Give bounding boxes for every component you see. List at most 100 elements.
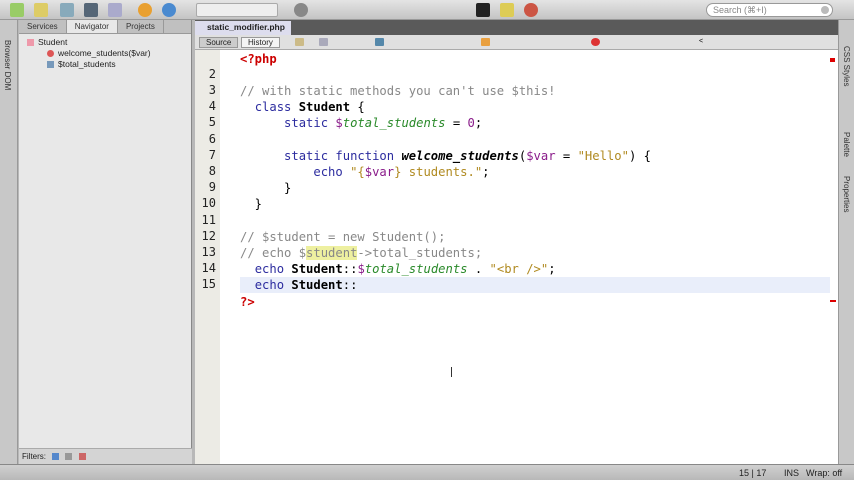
code-area[interactable]: <?php // with static methods you can't us… [220,50,838,464]
source-button[interactable]: Source [199,37,239,48]
editor-toolbar: Source History < [195,35,838,50]
code-token: ) { [628,148,651,163]
code-token: // $student = new Student(); [240,229,446,244]
find-icon[interactable] [375,38,384,46]
line-number: 11 [201,212,216,227]
tab-services[interactable]: Services [19,20,67,33]
code-line[interactable]: echo Student::$total_students . "<br />"… [240,261,830,277]
clear-search-icon[interactable] [821,6,829,14]
tab-projects[interactable]: Projects [118,20,164,33]
shift-left-icon[interactable] [481,38,490,46]
redo-icon[interactable] [162,3,176,17]
code-line[interactable]: // with static methods you can't use $th… [240,83,830,99]
properties-tab[interactable]: Properties [842,176,851,212]
code-token: ; [548,262,556,277]
code-token: $var [526,148,556,163]
line-number-gutter: 2 3 4 5 6 7 8 9 10 11 12 13 14 15 [195,50,220,464]
filter-static-icon[interactable] [65,453,73,460]
record-macro-icon[interactable] [591,38,600,46]
filter-private-icon[interactable] [78,453,86,460]
code-token: static function [284,148,402,163]
error-marker[interactable] [830,58,835,62]
code-editor: static_modifier.php Source History < 23 4… [195,20,838,464]
code-line[interactable]: echo Student:: [240,277,830,294]
code-line[interactable]: class Student { [240,99,830,115]
code-token: // echo $ [240,245,307,260]
new-project-icon[interactable] [34,3,48,17]
run-icon[interactable] [294,3,308,17]
filter-fields-icon[interactable] [52,453,60,460]
code-line[interactable]: <?php [240,51,830,67]
code-token: . [467,262,490,277]
code-line[interactable]: // $student = new Student(); [240,229,830,245]
last-edit-icon[interactable] [295,38,304,46]
tree-node-field[interactable]: $total_students [19,59,191,70]
line-number: 14 [201,261,216,276]
comment-icon[interactable]: < [699,38,703,46]
code-token: class [254,100,299,115]
open-project-icon[interactable] [60,3,74,17]
code-line[interactable]: static function welcome_students($var = … [240,148,830,164]
library-icon[interactable] [500,3,514,17]
line-number: 12 [201,228,216,243]
code-token: total_students [342,116,446,131]
save-all-icon[interactable] [84,3,98,17]
code-line[interactable]: ?> [240,294,830,310]
code-token: "{ [350,164,365,179]
code-token: welcome_students [401,148,519,163]
history-button[interactable]: History [241,37,280,48]
error-marker[interactable] [830,300,836,302]
profile-icon[interactable] [524,3,538,17]
search-placeholder: Search (⌘+I) [713,5,767,15]
code-token: echo [254,262,292,277]
method-label: welcome_students($var) [58,48,151,58]
code-line[interactable]: // echo $student->total_students; [240,245,830,261]
code-token: student [306,245,358,260]
terminal-icon[interactable] [476,3,490,17]
back-icon[interactable] [319,38,328,46]
code-line[interactable]: } [240,180,830,196]
code-token: total_students [364,262,468,277]
left-sidebar-strip: Browser DOM [0,20,18,464]
code-token: } students." [394,164,483,179]
tree-node-method[interactable]: welcome_students($var) [19,48,191,59]
code-token: $ [335,116,343,131]
code-token: $var [364,164,395,179]
line-number: 8 [208,163,216,178]
configuration-select[interactable] [196,3,278,17]
line-number: 10 [201,196,216,211]
preview-icon[interactable] [108,3,122,17]
new-file-icon[interactable] [10,3,24,17]
line-number: 15 [201,277,216,292]
search-input[interactable]: Search (⌘+I) [706,3,833,17]
palette-tab[interactable]: Palette [842,132,851,157]
code-line[interactable]: echo "{$var} students."; [240,164,830,180]
code-line[interactable]: static $total_students = 0; [240,115,830,131]
line-number: 6 [208,131,216,146]
undo-icon[interactable] [138,3,152,17]
code-token: :: [342,278,358,293]
tab-navigator[interactable]: Navigator [66,20,118,33]
status-bar: 15 | 17 INS Wrap: off [0,464,854,480]
css-styles-tab[interactable]: CSS Styles [842,46,851,86]
code-token: Student [291,262,343,277]
tree-node-class[interactable]: Student [19,37,191,48]
code-token: = [445,116,468,131]
line-number: 9 [208,180,216,195]
line-number: 7 [208,147,216,162]
code-line[interactable] [240,67,830,83]
line-number: 5 [208,115,216,130]
code-token: :: [342,262,358,277]
line-number: 2 [208,66,216,81]
code-token: ; [474,116,483,131]
code-line[interactable] [240,132,830,148]
browser-dom-tab[interactable]: Browser DOM [3,40,12,90]
code-line[interactable]: } [240,196,830,212]
file-tab[interactable]: static_modifier.php [195,21,291,35]
code-line[interactable] [240,213,830,229]
line-number: 4 [208,99,216,114]
class-label: Student [38,37,68,47]
